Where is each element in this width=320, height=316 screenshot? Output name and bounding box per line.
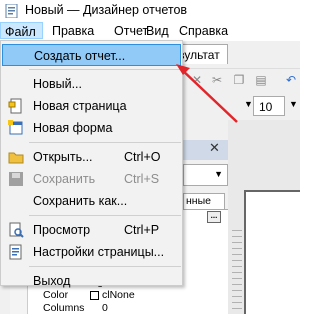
- annotation-arrow-icon: [176, 64, 238, 123]
